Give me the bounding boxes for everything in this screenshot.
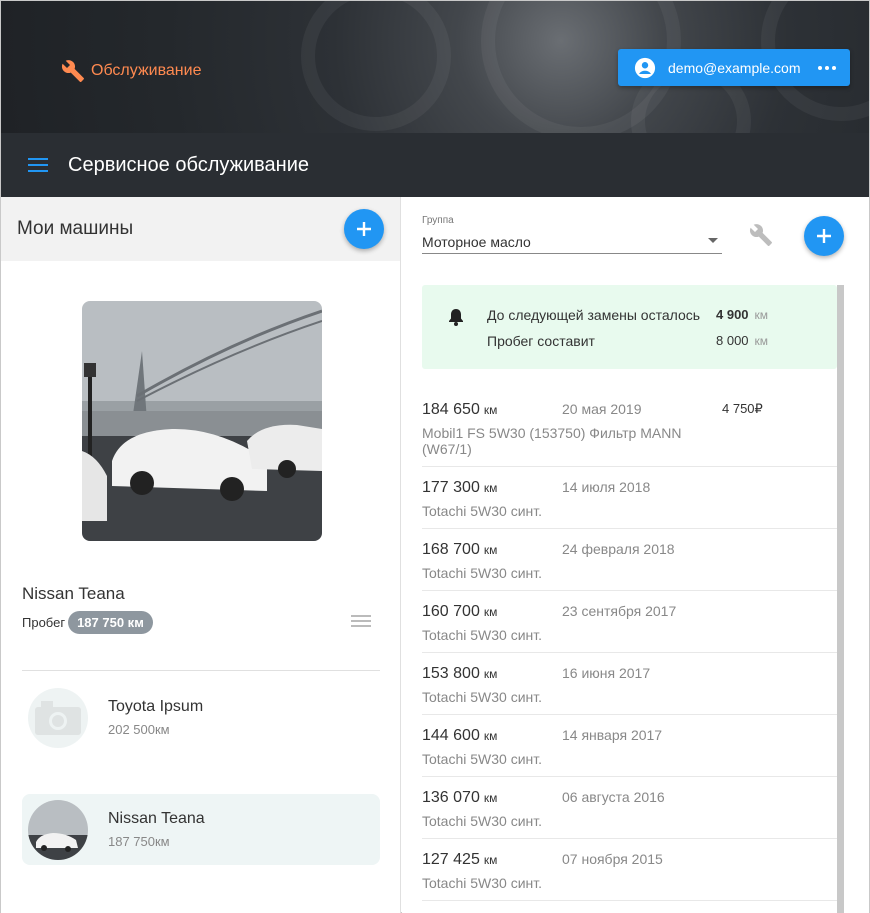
cars-panel-header: Мои машины [1, 197, 400, 261]
list-icon[interactable] [351, 615, 371, 627]
record-date: 14 июля 2018 [562, 479, 651, 495]
camera-icon [35, 700, 81, 735]
menu-icon[interactable] [28, 158, 48, 172]
car-thumb [28, 799, 88, 860]
service-record[interactable]: 177 300 км 14 июля 2018 Totachi 5W30 синт… [422, 467, 837, 529]
cars-panel-title: Мои машины [17, 218, 134, 239]
record-date: 20 мая 2019 [562, 401, 642, 417]
record-description: Totachi 5W30 синт. [422, 875, 543, 891]
car-photo [82, 301, 322, 541]
car-thumb [28, 687, 88, 748]
cars-panel: Мои машины Nissan Teana Пробег 187 750 к… [1, 197, 401, 913]
service-record[interactable]: 160 700 км 23 сентября 2017 Totachi 5W30 … [422, 591, 837, 653]
service-record[interactable]: 136 070 км 06 августа 2016 Totachi 5W30 с… [422, 777, 837, 839]
record-mileage: 153 800 км [422, 665, 498, 682]
car-list-item-name: Nissan Teana [108, 810, 205, 827]
brand-link[interactable]: Обслуживание [61, 59, 201, 83]
records-scrollbar[interactable] [837, 285, 844, 913]
record-mileage: 184 650 км [422, 401, 498, 418]
account-circle-icon [634, 57, 656, 78]
record-date: 14 января 2017 [562, 727, 663, 743]
record-mileage: 160 700 км [422, 603, 498, 620]
plus-icon [817, 229, 831, 243]
record-description: Totachi 5W30 синт. [422, 813, 543, 829]
next-service-notice: До следующей замены осталось 4 900 км Про… [422, 285, 837, 369]
divider [22, 670, 380, 671]
record-description: Mobil1 FS 5W30 (153750) Фильтр MANN (W67… [422, 425, 682, 457]
mileage-label: Пробег [22, 615, 66, 630]
notice-remaining-value: 4 900 км [716, 307, 769, 322]
wrench-icon [61, 60, 84, 82]
car-list-item-mileage: 202 500км [108, 722, 170, 737]
car-list-item-mileage: 187 750км [108, 834, 170, 849]
header-banner: Обслуживание demo@example.com [1, 1, 869, 133]
notice-target-value: 8 000 км [716, 333, 769, 348]
chevron-down-icon [708, 238, 718, 243]
car-list-item-name: Toyota Ipsum [108, 698, 204, 715]
record-price: 4 750₽ [722, 401, 763, 416]
record-description: Totachi 5W30 синт. [422, 751, 543, 767]
account-button[interactable]: demo@example.com [618, 49, 850, 86]
car-list-item[interactable]: Nissan Teana 187 750км [22, 794, 380, 865]
wrench-icon[interactable] [749, 223, 773, 247]
app-toolbar: Сервисное обслуживание [1, 133, 869, 197]
car-list-item[interactable]: Toyota Ipsum 202 500км [22, 682, 380, 753]
plus-icon [357, 222, 371, 236]
service-records-list: 184 650 км 20 мая 2019 4 750₽ Mobil1 FS 5… [422, 389, 837, 901]
record-description: Totachi 5W30 синт. [422, 503, 543, 519]
record-description: Totachi 5W30 синт. [422, 689, 543, 705]
record-mileage: 144 600 км [422, 727, 498, 744]
brand-label: Обслуживание [91, 62, 202, 79]
record-mileage: 127 425 км [422, 851, 498, 868]
service-record[interactable]: 153 800 км 16 июня 2017 Totachi 5W30 синт… [422, 653, 837, 715]
current-car-name: Nissan Teana [22, 584, 125, 603]
current-car-mileage: Пробег 187 750 км [22, 611, 153, 634]
page-title: Сервисное обслуживание [68, 153, 309, 176]
service-panel: Группа Моторное масло До следующей замен… [402, 197, 869, 913]
record-date: 06 августа 2016 [562, 789, 665, 805]
record-date: 16 июня 2017 [562, 665, 651, 681]
service-record[interactable]: 127 425 км 07 ноября 2015 Totachi 5W30 си… [422, 839, 837, 901]
group-label: Группа [422, 215, 454, 226]
group-select[interactable]: Моторное масло [422, 231, 722, 254]
record-description: Totachi 5W30 синт. [422, 565, 543, 581]
notice-remaining-label: До следующей замены осталось [487, 307, 701, 323]
add-car-button[interactable] [344, 209, 384, 249]
record-mileage: 168 700 км [422, 541, 498, 558]
record-date: 24 февраля 2018 [562, 541, 675, 557]
record-date: 23 сентября 2017 [562, 603, 677, 619]
notice-target-label: Пробег составит [487, 333, 595, 349]
group-select-value: Моторное масло [422, 234, 531, 250]
account-email: demo@example.com [668, 59, 801, 76]
service-record[interactable]: 144 600 км 14 января 2017 Totachi 5W30 си… [422, 715, 837, 777]
record-mileage: 136 070 км [422, 789, 498, 806]
service-record[interactable]: 184 650 км 20 мая 2019 4 750₽ Mobil1 FS 5… [422, 389, 837, 467]
record-description: Totachi 5W30 синт. [422, 627, 543, 643]
bell-icon [449, 309, 463, 326]
service-record[interactable]: 168 700 км 24 февраля 2018 Totachi 5W30 с… [422, 529, 837, 591]
add-record-button[interactable] [804, 216, 844, 256]
record-mileage: 177 300 км [422, 479, 498, 496]
record-date: 07 ноября 2015 [562, 851, 663, 867]
more-horizontal-icon[interactable] [818, 65, 836, 70]
mileage-badge: 187 750 км [68, 611, 153, 634]
